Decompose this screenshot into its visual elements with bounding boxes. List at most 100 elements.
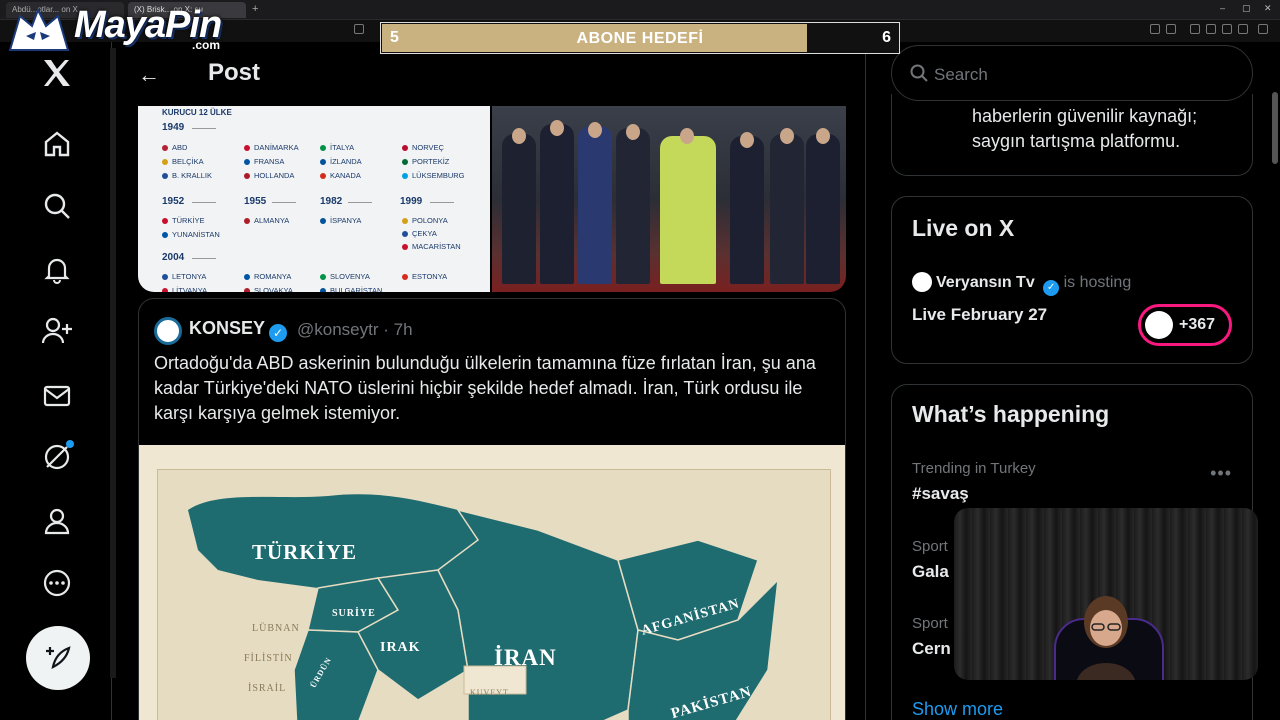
- notification-dot: [66, 440, 74, 448]
- verified-badge-icon: ✓: [1043, 280, 1060, 296]
- timeline-line: [348, 202, 372, 203]
- trend-name[interactable]: Gala: [912, 562, 949, 582]
- middle-east-map[interactable]: TÜRKİYE SURİYE LÜBNAN FİLİSTİN İSRAİL ÜR…: [139, 445, 845, 720]
- photo-person: [770, 134, 804, 284]
- nato-country: TÜRKİYE: [162, 216, 205, 225]
- extension-icon[interactable]: [1222, 24, 1232, 34]
- more-options-icon[interactable]: [38, 564, 76, 602]
- back-button[interactable]: ←: [138, 62, 160, 88]
- trend-more-icon[interactable]: •••: [1210, 463, 1232, 484]
- page-title: Post: [208, 59, 261, 86]
- photo-person: [730, 136, 764, 284]
- extension-icon[interactable]: [1190, 24, 1200, 34]
- trend-name[interactable]: Cern: [912, 639, 951, 659]
- close-window-button[interactable]: ✕: [1264, 3, 1272, 14]
- post-media-row[interactable]: KURUCU 12 ÜLKE 1949 ABD BELÇİKA B. KRALLIK…: [138, 106, 846, 292]
- map-label-iran: İRAN: [494, 645, 557, 670]
- home-icon[interactable]: [38, 125, 76, 163]
- nato-country: İTALYA: [320, 143, 354, 152]
- nato-country: PORTEKİZ: [402, 157, 449, 166]
- whats-happening-title: What’s happening: [912, 401, 1110, 427]
- nato-country: FRANSA: [244, 157, 284, 166]
- extension-icon[interactable]: [1206, 24, 1216, 34]
- new-tab-button[interactable]: +: [252, 3, 258, 15]
- nato-country: ESTONYA: [402, 272, 447, 281]
- map-label-filistin: FİLİSTİN: [244, 653, 293, 664]
- nato-country: ÇEKYA: [402, 229, 437, 238]
- flag-icon: [162, 218, 168, 224]
- photo-head: [680, 128, 694, 144]
- year-label: 2004: [162, 252, 185, 263]
- year-label: 1955: [244, 196, 267, 207]
- streamer-webcam: [954, 508, 1258, 680]
- nato-members-infographic[interactable]: KURUCU 12 ÜLKE 1949 ABD BELÇİKA B. KRALLIK…: [138, 106, 490, 292]
- bio-line: saygın tartışma platformu.: [972, 131, 1181, 151]
- x-logo-icon[interactable]: [38, 54, 76, 92]
- avatar[interactable]: [154, 317, 182, 345]
- quoted-author-name[interactable]: KONSEY ✓: [189, 318, 288, 342]
- flag-icon: [244, 288, 250, 292]
- flag-icon: [402, 231, 408, 237]
- host-suffix: is hosting: [1063, 274, 1132, 291]
- extension-icon[interactable]: [1166, 24, 1176, 34]
- map-label-turkiye: TÜRKİYE: [252, 540, 358, 564]
- photo-head: [626, 124, 640, 140]
- flag-icon: [162, 159, 168, 165]
- year-label: 1949: [162, 122, 185, 133]
- profile-icon[interactable]: [38, 502, 76, 540]
- compose-post-button[interactable]: [26, 626, 90, 690]
- photo-head: [550, 120, 564, 136]
- minimize-button[interactable]: –: [1220, 3, 1225, 13]
- feather-plus-icon: [46, 646, 71, 669]
- maximize-button[interactable]: ▢: [1242, 3, 1251, 14]
- nato-country: LİTVANYA: [162, 286, 207, 292]
- quoted-author-handle[interactable]: @konseytr · 7h: [297, 320, 413, 340]
- extension-icon[interactable]: [1238, 24, 1248, 34]
- goal-title: ABONE HEDEFİ: [576, 30, 704, 47]
- listener-count: +367: [1179, 316, 1216, 333]
- bookmark-icon[interactable]: [354, 24, 364, 34]
- page-scrollbar[interactable]: [1272, 92, 1278, 164]
- photo-person: [502, 134, 536, 284]
- search-placeholder: Search: [934, 65, 988, 84]
- flag-icon: [162, 288, 168, 292]
- timeline-line: [192, 128, 216, 129]
- bio-text: haberlerin güvenilir kaynağı; saygın tar…: [972, 104, 1197, 154]
- flag-icon: [244, 145, 250, 151]
- nato-country: POLONYA: [402, 216, 448, 225]
- nato-country: İSPANYA: [320, 216, 361, 225]
- host-avatar: [912, 272, 932, 292]
- photo-person: [806, 134, 840, 284]
- quoted-post[interactable]: KONSEY ✓ @konseytr · 7h Ortadoğu'da ABD a…: [138, 298, 846, 720]
- nato-country: B. KRALLIK: [162, 171, 212, 180]
- flag-icon: [320, 274, 326, 280]
- logo-domain: .com: [192, 38, 221, 52]
- live-date: Live February 27: [912, 305, 1048, 324]
- live-host-row[interactable]: Veryansın Tv ✓ is hosting: [912, 272, 1131, 296]
- search-box[interactable]: Search: [891, 45, 1253, 101]
- follow-icon[interactable]: [38, 312, 76, 350]
- timeline-line: [430, 202, 454, 203]
- menu-icon[interactable]: [1258, 24, 1268, 34]
- live-listeners-pill[interactable]: +367: [1138, 304, 1232, 346]
- live-on-x-title: Live on X: [912, 215, 1015, 241]
- grok-icon[interactable]: [38, 438, 76, 476]
- nato-country: DANİMARKA: [244, 143, 299, 152]
- nato-country: ROMANYA: [244, 272, 291, 281]
- streamer-figure: [1077, 596, 1135, 680]
- search-icon[interactable]: [38, 187, 76, 225]
- flag-icon: [402, 274, 408, 280]
- listener-avatar: [1145, 311, 1173, 339]
- messages-envelope-icon[interactable]: [38, 377, 76, 415]
- notifications-bell-icon[interactable]: [38, 250, 76, 288]
- nav-scroll-track: [110, 48, 116, 678]
- nato-country: BULGARİSTAN: [320, 286, 382, 292]
- year-label: 1999: [400, 196, 423, 207]
- host-name: Veryansın Tv: [936, 274, 1035, 291]
- flag-icon: [320, 173, 326, 179]
- extension-icon[interactable]: [1150, 24, 1160, 34]
- show-more-link[interactable]: Show more: [912, 699, 1003, 720]
- trend-name[interactable]: #savaş: [912, 484, 969, 504]
- summit-group-photo[interactable]: [492, 106, 846, 292]
- nato-country: İZLANDA: [320, 157, 362, 166]
